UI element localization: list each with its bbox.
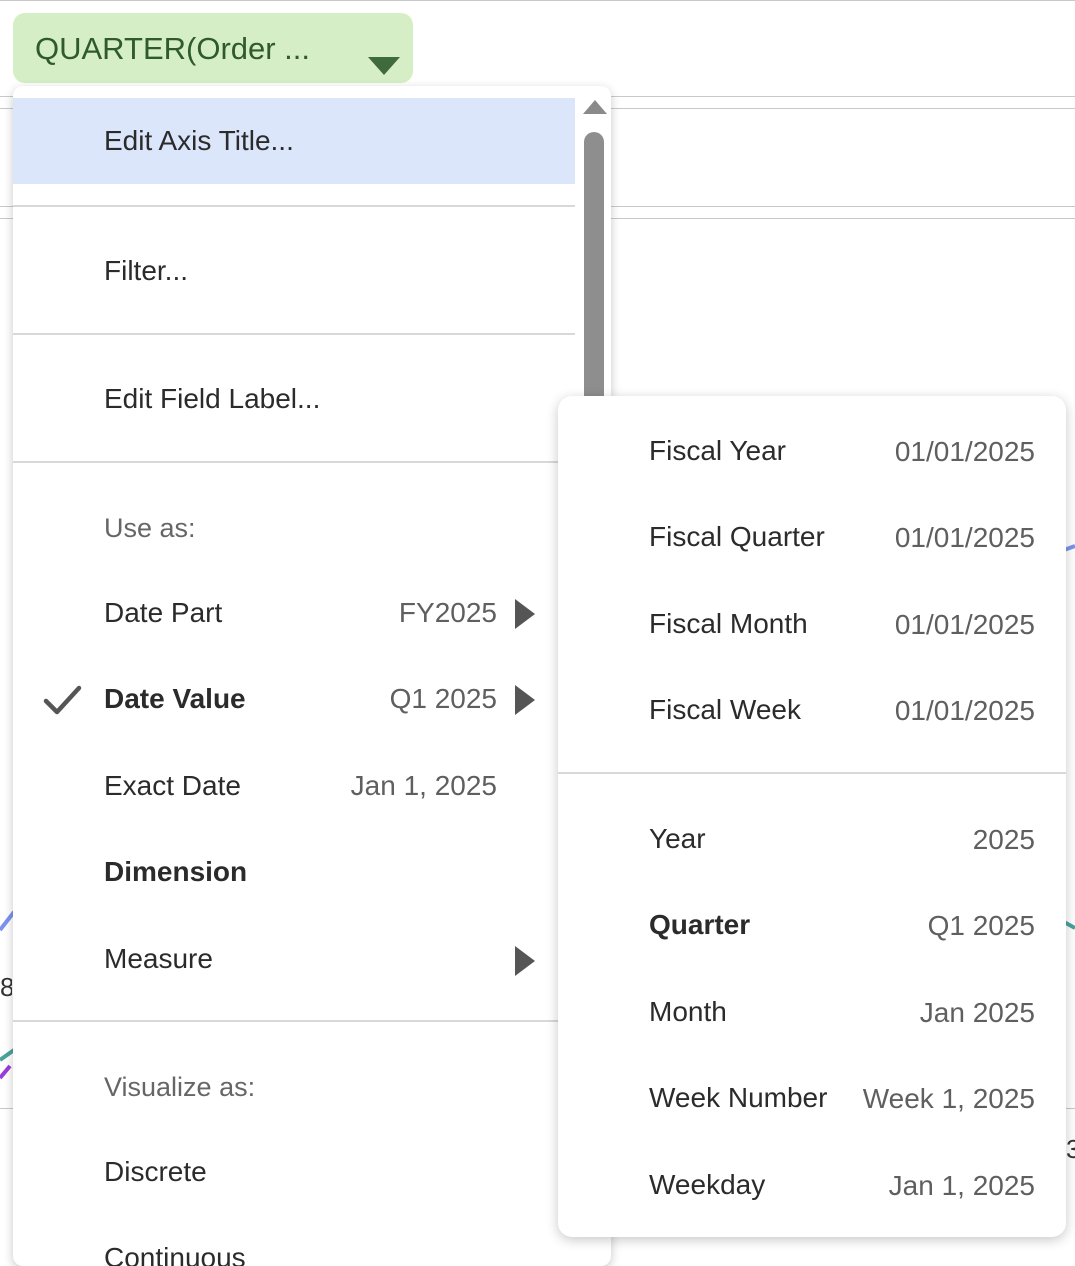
submenu-item-value: 01/01/2025 xyxy=(894,522,1035,553)
pill-label: QUARTER(Order ... xyxy=(35,31,311,66)
menu-item-label: Date Part xyxy=(104,597,223,628)
menu-item-label: Edit Axis Title... xyxy=(104,125,294,156)
caret-down-icon[interactable] xyxy=(368,57,400,75)
menu-separator xyxy=(13,205,575,207)
menu-item-label: Measure xyxy=(104,943,213,974)
shelf-top-border xyxy=(0,0,1075,1)
submenu-item-fiscal-year[interactable]: Fiscal Year 01/01/2025 xyxy=(558,408,1066,494)
menu-item-continuous[interactable]: Continuous xyxy=(13,1215,575,1266)
submenu-item-value: 2025 xyxy=(972,824,1035,855)
visualize-as-header: Visualize as: xyxy=(104,1072,256,1102)
menu-item-exact-date[interactable]: Exact Date Jan 1, 2025 xyxy=(13,743,575,829)
menu-item-date-part[interactable]: Date Part FY2025 xyxy=(13,570,575,656)
submenu-item-quarter[interactable]: Quarter Q1 2025 xyxy=(558,882,1066,968)
submenu-item-year[interactable]: Year 2025 xyxy=(558,796,1066,882)
submenu-item-label: Fiscal Year xyxy=(649,435,786,466)
submenu-item-label: Fiscal Month xyxy=(649,608,808,639)
menu-separator xyxy=(13,461,611,463)
menu-item-value: Q1 2025 xyxy=(389,683,497,714)
field-pill-quarter-order-date[interactable]: QUARTER(Order ... xyxy=(13,13,413,83)
submenu-item-value: Jan 1, 2025 xyxy=(888,1170,1035,1201)
submenu-item-label: Fiscal Week xyxy=(649,694,801,725)
submenu-item-label: Quarter xyxy=(649,909,751,940)
submenu-item-value: Jan 2025 xyxy=(919,997,1035,1028)
menu-item-measure[interactable]: Measure xyxy=(13,916,575,1002)
menu-item-filter[interactable]: Filter... xyxy=(13,227,575,313)
submenu-arrow-icon xyxy=(515,599,535,629)
menu-item-label: Exact Date xyxy=(104,770,241,801)
submenu-item-label: Month xyxy=(649,996,727,1027)
submenu-item-month[interactable]: Month Jan 2025 xyxy=(558,969,1066,1055)
submenu-item-week-number[interactable]: Week Number Week 1, 2025 xyxy=(558,1055,1066,1141)
axis-tick-label-fragment: 3 xyxy=(1066,1134,1075,1164)
field-context-menu: Edit Axis Title... Filter... Edit Field … xyxy=(13,86,611,1266)
menu-item-dimension[interactable]: Dimension xyxy=(13,829,575,915)
menu-separator xyxy=(13,1020,611,1022)
menu-item-label: Dimension xyxy=(104,856,248,887)
submenu-item-weekday[interactable]: Weekday Jan 1, 2025 xyxy=(558,1142,1066,1228)
submenu-item-value: 01/01/2025 xyxy=(894,695,1035,726)
submenu-item-value: 01/01/2025 xyxy=(894,609,1035,640)
scroll-up-arrow-icon[interactable] xyxy=(583,100,607,114)
submenu-separator xyxy=(558,772,1066,774)
menu-item-edit-field-label[interactable]: Edit Field Label... xyxy=(13,355,575,441)
use-as-header: Use as: xyxy=(104,513,196,543)
checkmark-icon xyxy=(43,685,82,715)
submenu-item-fiscal-quarter[interactable]: Fiscal Quarter 01/01/2025 xyxy=(558,494,1066,580)
submenu-item-value: 01/01/2025 xyxy=(894,436,1035,467)
submenu-item-value: Week 1, 2025 xyxy=(862,1083,1035,1114)
submenu-item-value: Q1 2025 xyxy=(927,910,1035,941)
menu-item-label: Edit Field Label... xyxy=(104,383,321,414)
submenu-arrow-icon xyxy=(515,946,535,976)
menu-item-label: Filter... xyxy=(104,255,189,286)
submenu-item-fiscal-week[interactable]: Fiscal Week 01/01/2025 xyxy=(558,667,1066,753)
menu-item-discrete[interactable]: Discrete xyxy=(13,1129,575,1215)
submenu-item-label: Weekday xyxy=(649,1169,766,1200)
submenu-item-label: Year xyxy=(649,823,706,854)
menu-item-date-value[interactable]: Date Value Q1 2025 xyxy=(13,656,575,742)
submenu-item-label: Week Number xyxy=(649,1082,828,1113)
axis-tick-label-fragment: 8 xyxy=(0,972,12,1002)
menu-item-label: Discrete xyxy=(104,1156,207,1187)
menu-item-edit-axis-title[interactable]: Edit Axis Title... xyxy=(13,98,575,184)
scrollbar-thumb[interactable] xyxy=(584,132,604,422)
menu-item-label: Date Value xyxy=(104,683,246,714)
submenu-item-label: Fiscal Quarter xyxy=(649,521,825,552)
menu-item-value: FY2025 xyxy=(398,597,497,628)
submenu-arrow-icon xyxy=(515,685,535,715)
date-value-submenu: Fiscal Year 01/01/2025 Fiscal Quarter 01… xyxy=(558,396,1066,1237)
menu-item-value: Jan 1, 2025 xyxy=(350,770,497,801)
menu-separator xyxy=(13,333,575,335)
submenu-item-fiscal-month[interactable]: Fiscal Month 01/01/2025 xyxy=(558,581,1066,667)
menu-item-label: Continuous xyxy=(104,1242,246,1266)
